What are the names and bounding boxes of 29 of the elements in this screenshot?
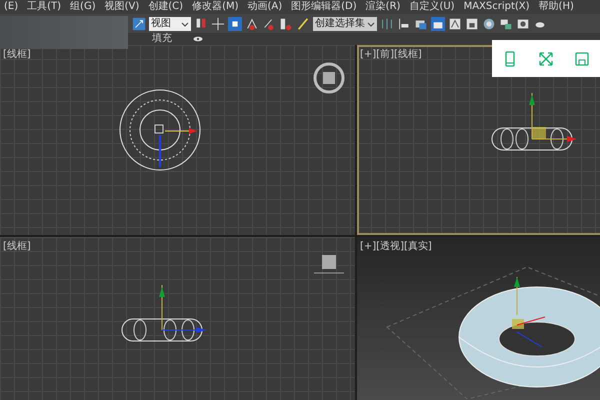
- viewport-label[interactable]: [+][透视][真实]: [360, 239, 432, 253]
- viewport[interactable]: [线框]: [0, 237, 355, 400]
- viewport[interactable]: [+][前][线框]: [357, 45, 600, 235]
- viewport[interactable]: [线框]: [0, 45, 355, 235]
- menu-item[interactable]: 渲染(R): [362, 0, 406, 14]
- menu-item[interactable]: 创建(C): [144, 0, 188, 14]
- menu-item[interactable]: 帮助(H): [534, 0, 579, 14]
- view-cube-icon[interactable]: [312, 61, 346, 95]
- selection-set-dropdown[interactable]: 创建选择集: [313, 16, 377, 30]
- caret-icon: [367, 20, 375, 28]
- menu-item[interactable]: 工具(T): [23, 0, 66, 14]
- menu-item[interactable]: 图形编辑器(D): [287, 0, 362, 14]
- menu-item[interactable]: (E): [0, 0, 24, 14]
- ribbon-tab[interactable]: 填充: [152, 33, 172, 45]
- menu-item[interactable]: 动画(A): [244, 0, 288, 14]
- expand-icon[interactable]: [538, 50, 554, 66]
- reference-dropdown[interactable]: 视图: [149, 16, 191, 30]
- menu-item[interactable]: 自定义(U): [405, 0, 460, 14]
- caret-icon: [181, 20, 189, 28]
- menu-item[interactable]: 组(G): [66, 0, 101, 14]
- menu-item[interactable]: 修改器(M): [188, 0, 244, 14]
- save-icon[interactable]: [574, 50, 590, 66]
- eye-icon[interactable]: [192, 36, 204, 42]
- viewport[interactable]: [+][透视][真实]: [357, 237, 600, 400]
- viewport-label[interactable]: [+][前][线框]: [360, 47, 422, 61]
- menu-item[interactable]: MAXScript(X): [460, 0, 535, 14]
- viewport-label[interactable]: [线框]: [3, 47, 31, 61]
- viewport-label[interactable]: [线框]: [3, 239, 31, 253]
- menu-item[interactable]: 视图(V): [100, 0, 144, 14]
